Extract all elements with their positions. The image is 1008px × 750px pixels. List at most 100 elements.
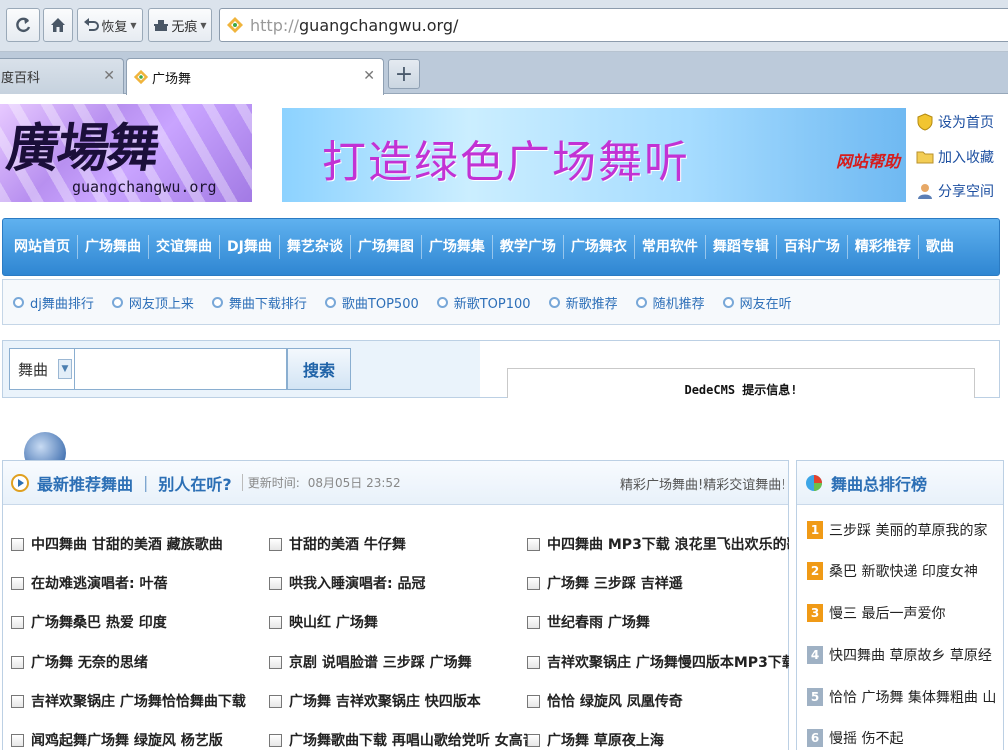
checkbox[interactable] (269, 655, 282, 669)
incognito-button[interactable]: 无痕 ▼ (148, 8, 212, 42)
checkbox[interactable] (11, 733, 24, 747)
ranking-item[interactable]: 2 桑巴 新歌快递 印度女神 (807, 560, 1003, 582)
new-tab-button[interactable]: + (388, 59, 420, 89)
song-title[interactable]: 京剧 说唱脸谱 三步踩 广场舞 (289, 652, 472, 672)
tab-latest-recommended[interactable]: 最新推荐舞曲 (37, 471, 133, 495)
nav-item[interactable]: 广场舞曲 (78, 235, 149, 259)
subnav-item[interactable]: 随机推荐 (635, 293, 705, 312)
top-banner[interactable]: 打造绿色广场舞听 网站帮助 (282, 108, 906, 202)
song-title[interactable]: 广场舞 草原夜上海 (547, 730, 664, 750)
subnav-item[interactable]: 歌曲TOP500 (324, 293, 419, 312)
chevron-down-icon[interactable]: ▼ (58, 359, 72, 379)
ranking-song[interactable]: 快四舞曲 草原故乡 草原经 (829, 645, 992, 665)
checkbox[interactable] (11, 537, 24, 551)
refresh-button[interactable] (6, 8, 40, 42)
song-title[interactable]: 广场舞歌曲下载 再唱山歌给党听 女高音 (289, 730, 527, 750)
add-favorite-link[interactable]: 加入收藏 (916, 144, 1008, 170)
nav-item[interactable]: 常用软件 (635, 235, 706, 259)
search-input[interactable] (75, 348, 287, 390)
checkbox[interactable] (527, 615, 540, 629)
checkbox[interactable] (11, 576, 24, 590)
checkbox[interactable] (527, 537, 540, 551)
list-item[interactable]: 甘甜的美酒 牛仔舞 (269, 533, 527, 555)
nav-item[interactable]: DJ舞曲 (220, 235, 280, 259)
nav-item[interactable]: 百科广场 (777, 235, 848, 259)
checkbox[interactable] (11, 694, 24, 708)
nav-item[interactable]: 舞蹈专辑 (706, 235, 777, 259)
checkbox[interactable] (527, 694, 540, 708)
address-bar[interactable]: http://guangchangwu.org/ (219, 8, 1008, 42)
song-title[interactable]: 恰恰 绿旋风 凤凰传奇 (547, 691, 683, 711)
close-icon[interactable]: ✕ (103, 68, 115, 84)
subnav-item[interactable]: 新歌TOP100 (436, 293, 531, 312)
song-title[interactable]: 闻鸡起舞广场舞 绿旋风 杨艺版 (31, 730, 223, 750)
set-homepage-link[interactable]: 设为首页 (916, 109, 1008, 135)
song-title[interactable]: 映山红 广场舞 (289, 612, 378, 632)
address-url[interactable]: http://guangchangwu.org/ (250, 16, 458, 35)
list-item[interactable]: 吉祥欢聚锅庄 广场舞慢四版本MP3下载 (527, 651, 789, 673)
song-title[interactable]: 世纪春雨 广场舞 (547, 612, 650, 632)
checkbox[interactable] (269, 537, 282, 551)
list-item[interactable]: 闻鸡起舞广场舞 绿旋风 杨艺版 (11, 729, 269, 750)
ranking-item[interactable]: 4 快四舞曲 草原故乡 草原经 (807, 644, 1003, 666)
subnav-item[interactable]: 网友在听 (722, 293, 792, 312)
list-item[interactable]: 在劫难逃演唱者: 叶蓓 (11, 572, 269, 594)
list-item[interactable]: 京剧 说唱脸谱 三步踩 广场舞 (269, 651, 527, 673)
nav-item[interactable]: 交谊舞曲 (149, 235, 220, 259)
nav-item[interactable]: 精彩推荐 (848, 235, 919, 259)
song-title[interactable]: 哄我入睡演唱者: 品冠 (289, 573, 425, 593)
list-item[interactable]: 广场舞桑巴 热爱 印度 (11, 611, 269, 633)
list-item[interactable]: 世纪春雨 广场舞 (527, 611, 789, 633)
checkbox[interactable] (527, 576, 540, 590)
tab-guangchangwu[interactable]: 广场舞 ✕ (126, 58, 384, 95)
nav-item[interactable]: 广场舞集 (422, 235, 493, 259)
subnav-item[interactable]: 舞曲下载排行 (211, 293, 307, 312)
ranking-item[interactable]: 6 慢摇 伤不起 (807, 727, 1003, 749)
list-item[interactable]: 映山红 广场舞 (269, 611, 527, 633)
close-icon[interactable]: ✕ (363, 68, 375, 84)
search-category-select[interactable]: 舞曲 ▼ (9, 348, 75, 390)
banner-help-link[interactable]: 网站帮助 (836, 148, 900, 172)
ranking-song[interactable]: 慢摇 伤不起 (829, 728, 903, 748)
ranking-item[interactable]: 3 慢三 最后一声爱你 (807, 602, 1003, 624)
nav-item[interactable]: 广场舞图 (351, 235, 422, 259)
checkbox[interactable] (269, 733, 282, 747)
ranking-song[interactable]: 恰恰 广场舞 集体舞粗曲 山 (829, 687, 996, 707)
list-item[interactable]: 广场舞 吉祥欢聚锅庄 快四版本 (269, 690, 527, 712)
restore-button[interactable]: 恢复 ▼ (77, 8, 143, 42)
song-title[interactable]: 吉祥欢聚锅庄 广场舞慢四版本MP3下载 (547, 652, 789, 672)
checkbox[interactable] (11, 615, 24, 629)
song-title[interactable]: 广场舞桑巴 热爱 印度 (31, 612, 167, 632)
song-title[interactable]: 吉祥欢聚锅庄 广场舞恰恰舞曲下载 (31, 691, 246, 711)
nav-item[interactable]: 教学广场 (493, 235, 564, 259)
search-button[interactable]: 搜索 (287, 348, 351, 390)
checkbox[interactable] (269, 694, 282, 708)
checkbox[interactable] (269, 615, 282, 629)
nav-item[interactable]: 歌曲 (919, 235, 961, 259)
song-title[interactable]: 广场舞 三步踩 吉祥遥 (547, 573, 683, 593)
subnav-item[interactable]: dj舞曲排行 (13, 293, 94, 312)
list-item[interactable]: 中四舞曲 MP3下载 浪花里飞出欢乐的歌 (527, 533, 789, 555)
checkbox[interactable] (269, 576, 282, 590)
list-item[interactable]: 恰恰 绿旋风 凤凰传奇 (527, 690, 789, 712)
song-title[interactable]: 在劫难逃演唱者: 叶蓓 (31, 573, 167, 593)
home-button[interactable] (43, 8, 73, 42)
ranking-item[interactable]: 1 三步踩 美丽的草原我的家 (807, 519, 1003, 541)
tab-baidu-baike[interactable]: 度百科 ✕ (0, 58, 124, 94)
list-item[interactable]: 中四舞曲 甘甜的美酒 藏族歌曲 (11, 533, 269, 555)
ranking-song[interactable]: 桑巴 新歌快递 印度女神 (829, 561, 978, 581)
song-title[interactable]: 中四舞曲 MP3下载 浪花里飞出欢乐的歌 (547, 534, 789, 554)
checkbox[interactable] (527, 733, 540, 747)
ranking-item[interactable]: 5 恰恰 广场舞 集体舞粗曲 山 (807, 686, 1003, 708)
subnav-item[interactable]: 网友顶上来 (111, 293, 194, 312)
list-item[interactable]: 哄我入睡演唱者: 品冠 (269, 572, 527, 594)
list-item[interactable]: 广场舞 草原夜上海 (527, 729, 789, 750)
song-title[interactable]: 广场舞 吉祥欢聚锅庄 快四版本 (289, 691, 481, 711)
site-logo[interactable]: 廣場舞 guangchangwu.org (0, 104, 252, 202)
song-title[interactable]: 中四舞曲 甘甜的美酒 藏族歌曲 (31, 534, 223, 554)
checkbox[interactable] (11, 655, 24, 669)
list-item[interactable]: 广场舞 无奈的思绪 (11, 651, 269, 673)
share-space-link[interactable]: 分享空间 (916, 178, 1008, 204)
ranking-song[interactable]: 慢三 最后一声爱你 (829, 603, 945, 623)
checkbox[interactable] (527, 655, 540, 669)
